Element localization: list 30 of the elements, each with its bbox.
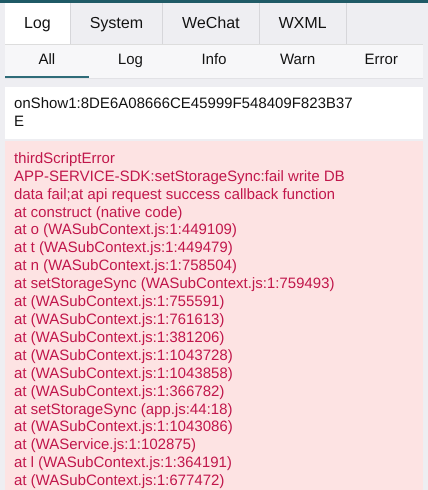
error-line: at (WASubContext.js:1:381206) bbox=[14, 328, 226, 347]
error-line: at (WASubContext.js:1:1043858) bbox=[14, 364, 234, 383]
error-line: at l (WASubContext.js:1:364191) bbox=[14, 454, 233, 472]
error-line: thirdScriptError bbox=[14, 150, 116, 168]
error-line: at (WASubContext.js:1:366782) bbox=[14, 382, 226, 400]
tab[interactable]: Log bbox=[5, 3, 71, 44]
error-line: at (WASubContext.js:1:1043728) bbox=[14, 346, 234, 365]
filter-tab[interactable]: Info bbox=[172, 45, 256, 78]
error-line: at (WAService.js:1:102875) bbox=[14, 436, 198, 454]
log-line: onShow1:8DE6A08666CE45999F548409F823B37 bbox=[14, 95, 354, 113]
log-line: E bbox=[14, 112, 26, 131]
error-line: at t (WASubContext.js:1:449479) bbox=[14, 239, 234, 258]
tab[interactable]: System bbox=[70, 3, 164, 44]
error-line: at (WASubContext.js:1:1043086) bbox=[14, 418, 234, 436]
tab[interactable]: WXML bbox=[260, 3, 347, 44]
error-line: at o (WASubContext.js:1:449109) bbox=[14, 221, 238, 240]
filter-tab[interactable]: All bbox=[5, 45, 89, 78]
filter-tab[interactable]: Warn bbox=[256, 45, 340, 78]
error-line: APP-SERVICE-SDK:setStorageSync:fail write DB bbox=[14, 168, 346, 186]
error-line: at (WASubContext.js:1:755591) bbox=[14, 293, 226, 311]
error-line: at construct (native code) bbox=[14, 204, 184, 222]
error-line: data fail;at api request success callback function bbox=[14, 186, 336, 204]
filter-tab[interactable]: Log bbox=[88, 45, 172, 78]
tab[interactable]: WeChat bbox=[163, 3, 260, 44]
error-line: at setStorageSync (WASubContext.js:1:759493) bbox=[14, 275, 336, 294]
error-line: at (WASubContext.js:1:677472) bbox=[14, 472, 226, 490]
error-line: at n (WASubContext.js:1:758504) bbox=[14, 257, 238, 276]
error-line: at setStorageSync (app.js:44:18) bbox=[14, 400, 234, 418]
filter-tab[interactable]: Error bbox=[339, 45, 423, 78]
error-line: at (WASubContext.js:1:761613) bbox=[14, 310, 226, 329]
